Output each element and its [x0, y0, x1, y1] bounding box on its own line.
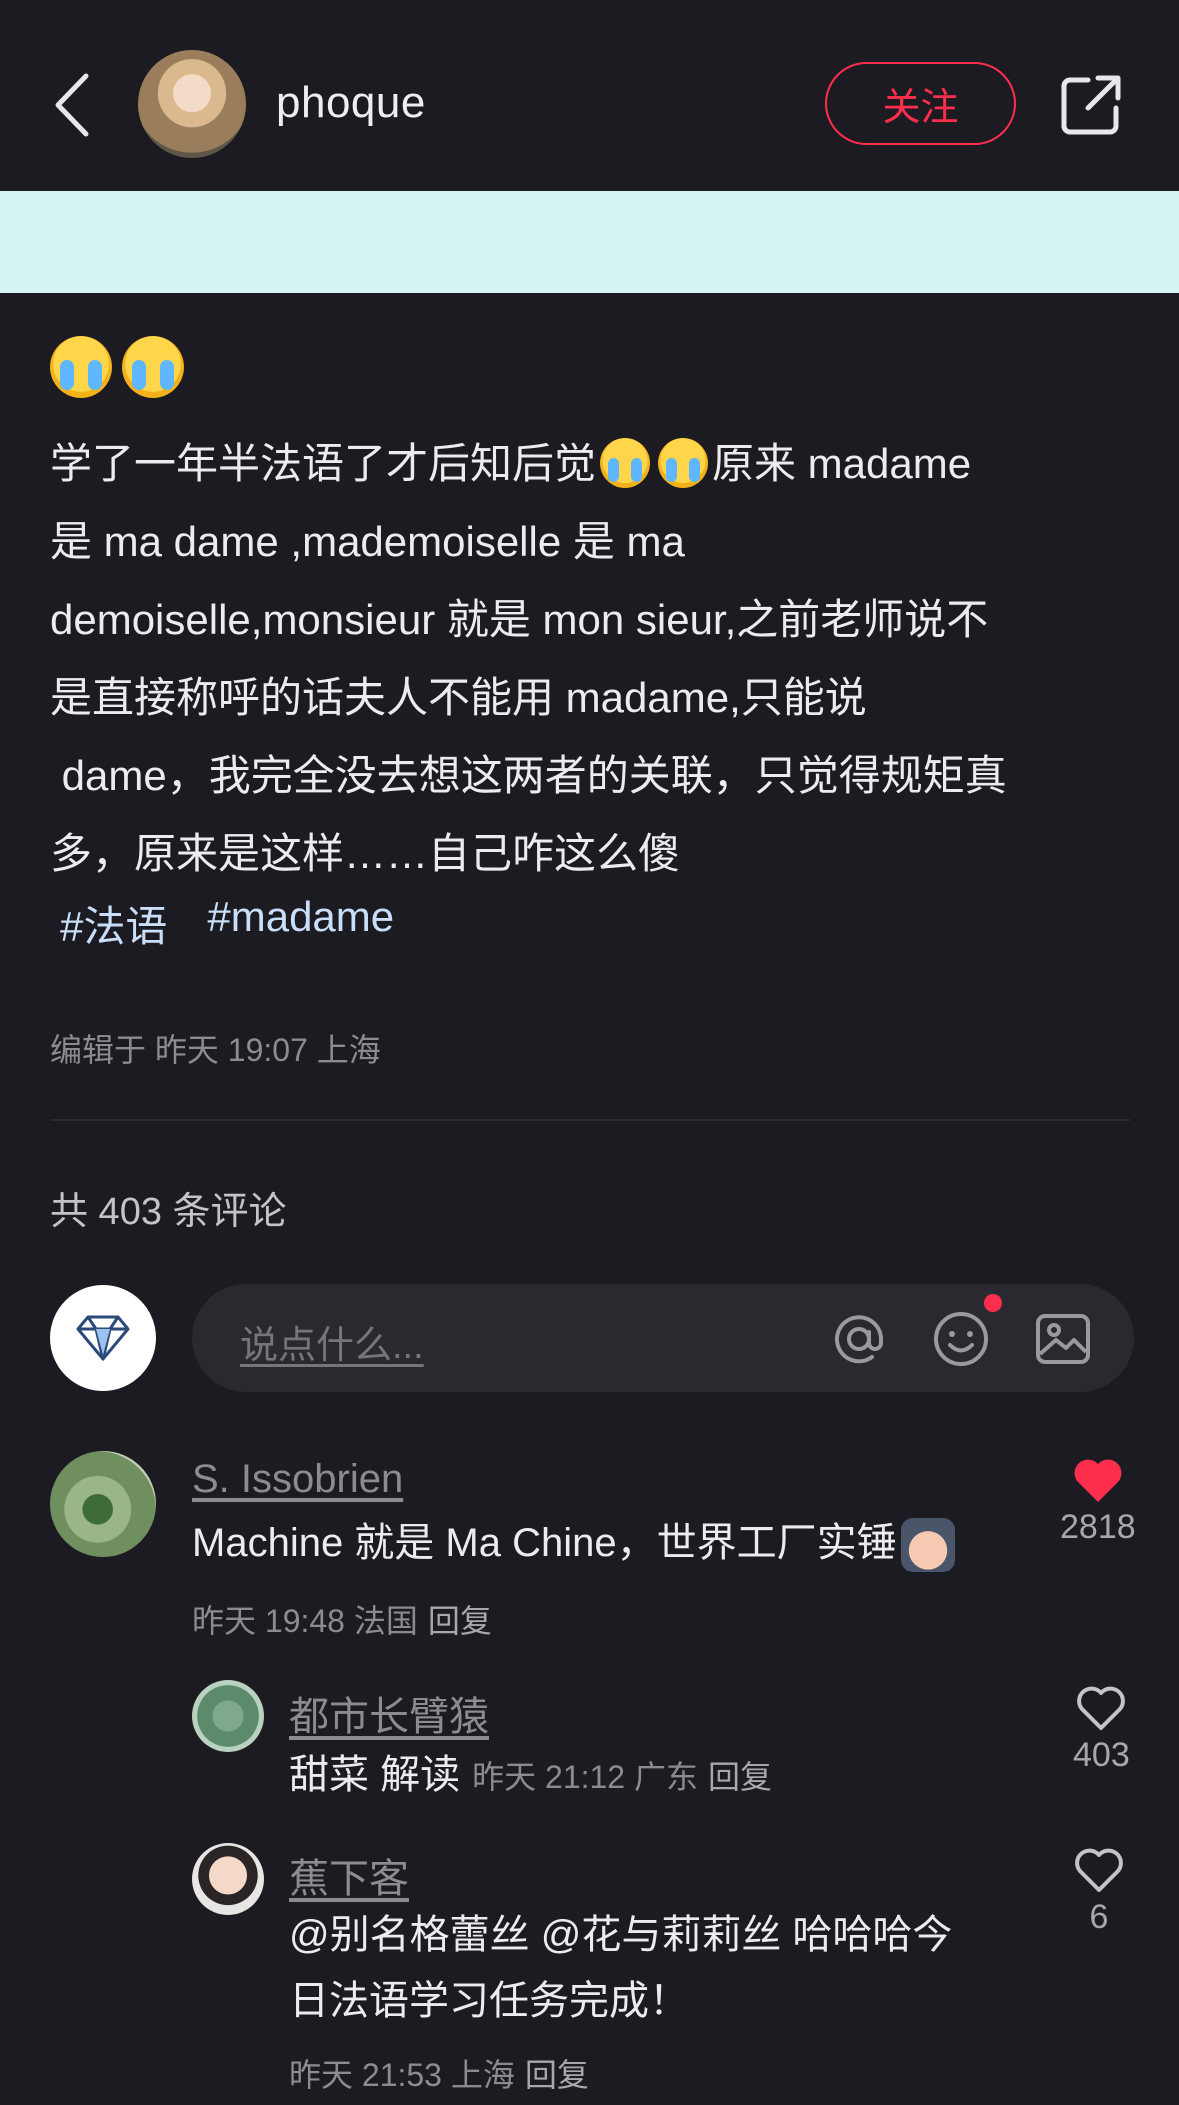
replier-name[interactable]: 蕉下客	[289, 1846, 409, 1904]
comment-input-placeholder: 说点什么...	[240, 1325, 424, 1367]
crying-emoji-icon	[50, 336, 112, 398]
heart-outline-icon	[1075, 1848, 1123, 1892]
like-count: 403	[1073, 1736, 1130, 1774]
crying-emoji-icon	[600, 437, 651, 488]
reply-button[interactable]: 回复	[428, 1603, 492, 1639]
image-banner	[0, 191, 1179, 293]
image-icon[interactable]	[1034, 1310, 1092, 1368]
crying-emoji-icon	[122, 336, 184, 398]
replier-name[interactable]: 都市长臂猿	[289, 1684, 489, 1742]
reply-button[interactable]: 回复	[708, 1759, 772, 1795]
author-avatar[interactable]	[138, 50, 246, 158]
emoji-icon[interactable]	[932, 1310, 990, 1368]
follow-button[interactable]: 关注	[825, 62, 1016, 145]
diamond-icon	[76, 1315, 130, 1361]
reply-button[interactable]: 回复	[525, 2057, 589, 2093]
hashtag-link[interactable]: #法语	[60, 893, 167, 954]
replier-avatar[interactable]	[192, 1843, 264, 1915]
comment-count: 共 403 条评论	[50, 1191, 287, 1233]
heart-outline-icon	[1077, 1686, 1126, 1730]
commenter-name[interactable]: S. Issobrien	[192, 1457, 403, 1502]
reply-text: @别名格蕾丝 @花与莉莉丝 哈哈哈今 日法语学习任务完成！	[289, 1913, 953, 2023]
my-avatar[interactable]	[50, 1285, 156, 1391]
sticker-icon	[900, 1518, 955, 1573]
header: phoque 关注	[0, 0, 1179, 191]
post-body: 学了一年半法语了才后知后觉 原来 madame 是 ma dame ,mademo…	[50, 425, 1140, 893]
post-line: 多，原来是这样……自己咋这么傻	[50, 830, 681, 877]
commenter-avatar[interactable]	[50, 1451, 156, 1557]
comment-meta: 昨天 19:48 法国 回复	[192, 1603, 492, 1639]
at-icon[interactable]	[830, 1310, 888, 1368]
crying-emoji-icon	[658, 437, 709, 488]
like-button[interactable]: 2818	[1060, 1456, 1136, 1547]
like-count: 6	[1089, 1898, 1109, 1936]
back-icon[interactable]	[50, 70, 94, 140]
reply-text: 甜菜 解读 昨天 21:12 广东 回复	[289, 1753, 773, 1797]
heart-icon	[1074, 1459, 1122, 1502]
like-button[interactable]: 403	[1073, 1684, 1130, 1775]
like-count: 2818	[1060, 1508, 1136, 1546]
post-line: 是 ma dame ,mademoiselle 是 ma	[50, 518, 685, 565]
comment-text: Machine 就是 Ma Chine，世界工厂实锤	[192, 1510, 955, 1576]
like-button[interactable]: 6	[1073, 1846, 1125, 1937]
replier-avatar[interactable]	[192, 1680, 264, 1752]
post-line: 学了一年半法语了才后知后觉 原来 madame	[50, 425, 1140, 503]
post-line: demoiselle,monsieur 就是 mon sieur,之前老师说不	[50, 596, 989, 643]
post-line: dame，我完全没去想这两者的关联，只觉得规矩真	[50, 752, 1007, 799]
notification-dot	[984, 1294, 1002, 1312]
share-icon[interactable]	[1060, 74, 1122, 136]
reply-meta: 昨天 21:12 广东 回复	[472, 1759, 773, 1795]
reply-meta: 昨天 21:53 上海 回复	[289, 2057, 589, 2093]
comment-input[interactable]: 说点什么...	[192, 1284, 1134, 1392]
post-line: 是直接称呼的话夫人不能用 madame,只能说	[50, 674, 867, 721]
hashtags: #法语 #madame	[60, 893, 394, 954]
author-username[interactable]: phoque	[276, 78, 426, 128]
divider	[50, 1119, 1130, 1121]
post-meta: 编辑于 昨天 19:07 上海	[50, 1032, 381, 1068]
emoji-row	[50, 336, 184, 398]
hashtag-link[interactable]: #madame	[207, 893, 394, 954]
